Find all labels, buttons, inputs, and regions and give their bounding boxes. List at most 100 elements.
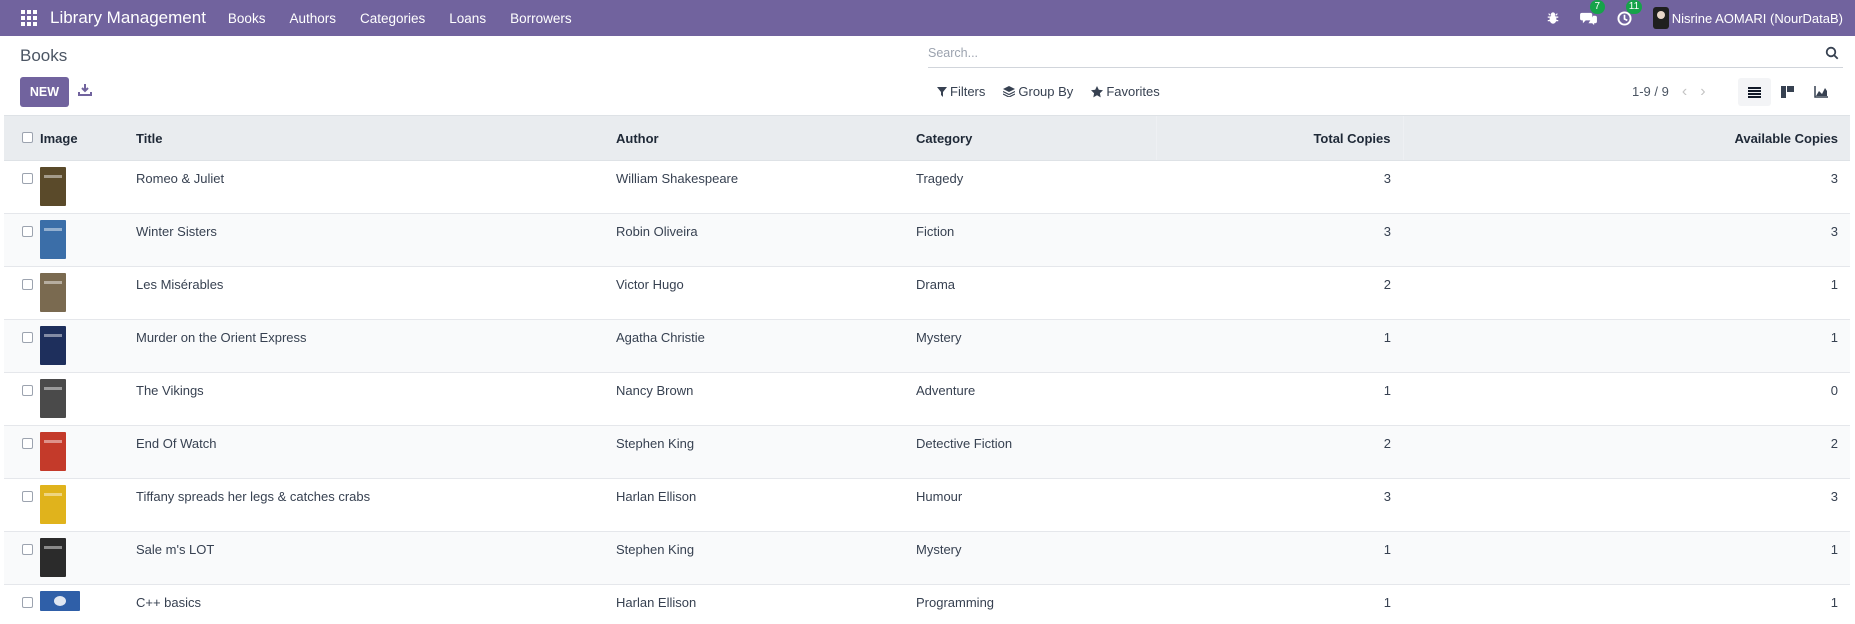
activities-clock-icon[interactable]: 11 [1613,0,1643,30]
cell-title[interactable]: End Of Watch [132,426,612,479]
cell-author[interactable]: William Shakespeare [612,161,912,214]
row-checkbox[interactable] [22,438,33,449]
cell-title[interactable]: C++ basics [132,585,612,624]
row-checkbox[interactable] [22,279,33,290]
list-view-icon[interactable] [1738,78,1771,106]
table-row[interactable]: Winter Sisters Robin Oliveira Fiction 3 3 [4,213,1850,267]
cell-category[interactable]: Detective Fiction [912,426,1156,479]
cell-available-copies[interactable]: 1 [1403,532,1850,585]
cell-total-copies[interactable]: 2 [1156,267,1403,320]
table-row[interactable]: End Of Watch Stephen King Detective Fictio… [4,425,1850,479]
menu-books[interactable]: Books [216,11,278,26]
table-body: Romeo & Juliet William Shakespeare Tragedy… [4,161,1850,624]
table-row[interactable]: Sale m's LOT Stephen King Mystery 1 1 [4,531,1850,585]
filters-button[interactable]: Filters [937,84,985,99]
kanban-view-icon[interactable] [1771,78,1804,106]
apps-menu-icon[interactable] [21,10,37,26]
cell-total-copies[interactable]: 2 [1156,426,1403,479]
group-by-button[interactable]: Group By [1003,84,1073,99]
menu-authors[interactable]: Authors [277,11,348,26]
row-checkbox[interactable] [22,385,33,396]
view-switcher [1738,78,1837,106]
cell-total-copies[interactable]: 1 [1156,320,1403,373]
cell-category[interactable]: Drama [912,267,1156,320]
cell-available-copies[interactable]: 3 [1403,479,1850,532]
cell-author[interactable]: Harlan Ellison [612,585,912,624]
row-select-cell [4,373,36,426]
cell-available-copies[interactable]: 1 [1403,267,1850,320]
cell-total-copies[interactable]: 1 [1156,373,1403,426]
cell-author[interactable]: Robin Oliveira [612,214,912,267]
book-cover-image [40,273,66,312]
cell-available-copies[interactable]: 3 [1403,214,1850,267]
menu-loans[interactable]: Loans [437,11,498,26]
cell-author[interactable]: Agatha Christie [612,320,912,373]
cell-author[interactable]: Nancy Brown [612,373,912,426]
cell-title[interactable]: Winter Sisters [132,214,612,267]
cell-category[interactable]: Mystery [912,532,1156,585]
cell-category[interactable]: Adventure [912,373,1156,426]
pager-previous-icon[interactable]: ‹ [1682,84,1687,100]
cell-author[interactable]: Stephen King [612,426,912,479]
pager-value[interactable]: 1-9 / 9 [1632,84,1669,99]
cell-total-copies[interactable]: 3 [1156,479,1403,532]
cell-available-copies[interactable]: 1 [1403,320,1850,373]
menu-borrowers[interactable]: Borrowers [498,11,584,26]
column-header-title[interactable]: Title [132,115,612,161]
table-row[interactable]: C++ basics Harlan Ellison Programming 1 1 [4,585,1850,624]
cell-title[interactable]: Murder on the Orient Express [132,320,612,373]
page-title[interactable]: Books [20,46,67,66]
column-header-category[interactable]: Category [912,115,1156,161]
cell-available-copies[interactable]: 3 [1403,161,1850,214]
cell-title[interactable]: Sale m's LOT [132,532,612,585]
cell-available-copies[interactable]: 0 [1403,373,1850,426]
debug-bug-icon[interactable] [1541,6,1565,30]
select-all-checkbox[interactable] [22,131,33,143]
cell-category[interactable]: Humour [912,479,1156,532]
table-row[interactable]: The Vikings Nancy Brown Adventure 1 0 [4,373,1850,426]
menu-categories[interactable]: Categories [348,11,437,26]
cell-title[interactable]: Tiffany spreads her legs & catches crabs [132,479,612,532]
row-checkbox[interactable] [22,597,33,608]
cell-category[interactable]: Mystery [912,320,1156,373]
cell-author[interactable]: Victor Hugo [612,267,912,320]
cell-title[interactable]: The Vikings [132,373,612,426]
export-download-icon[interactable] [78,83,92,97]
messages-chat-icon[interactable]: 7 [1577,0,1605,30]
column-header-available-copies[interactable]: Available Copies [1402,115,1850,161]
row-checkbox[interactable] [22,226,33,237]
cell-author[interactable]: Stephen King [612,532,912,585]
table-row[interactable]: Romeo & Juliet William Shakespeare Tragedy… [4,161,1850,214]
favorites-button[interactable]: Favorites [1091,84,1160,99]
graph-view-icon[interactable] [1804,78,1837,106]
column-header-author[interactable]: Author [612,115,912,161]
column-header-image[interactable]: Image [36,115,132,161]
row-checkbox[interactable] [22,332,33,343]
cell-author[interactable]: Harlan Ellison [612,479,912,532]
cell-available-copies[interactable]: 1 [1403,585,1850,624]
row-checkbox[interactable] [22,491,33,502]
table-row[interactable]: Murder on the Orient Express Agatha Chris… [4,319,1850,373]
cell-category[interactable]: Programming [912,585,1156,624]
cell-available-copies[interactable]: 2 [1403,426,1850,479]
cell-title[interactable]: Romeo & Juliet [132,161,612,214]
cell-image [36,161,132,214]
column-header-total-copies[interactable]: Total Copies [1155,115,1403,161]
cell-total-copies[interactable]: 1 [1156,532,1403,585]
search-icon[interactable] [1825,46,1839,60]
cell-category[interactable]: Fiction [912,214,1156,267]
search-input[interactable] [928,45,1825,60]
user-menu[interactable]: Nisrine AOMARI (NourDataB) [1652,7,1843,29]
pager-next-icon[interactable]: › [1700,84,1705,100]
cell-category[interactable]: Tragedy [912,161,1156,214]
new-button[interactable]: NEW [20,77,69,107]
app-brand[interactable]: Library Management [50,8,206,28]
cell-total-copies[interactable]: 3 [1156,214,1403,267]
cell-total-copies[interactable]: 3 [1156,161,1403,214]
cell-title[interactable]: Les Misérables [132,267,612,320]
row-checkbox[interactable] [22,173,33,184]
row-checkbox[interactable] [22,544,33,555]
table-row[interactable]: Tiffany spreads her legs & catches crabs… [4,479,1850,532]
table-row[interactable]: Les Misérables Victor Hugo Drama 2 1 [4,267,1850,320]
cell-total-copies[interactable]: 1 [1156,585,1403,624]
